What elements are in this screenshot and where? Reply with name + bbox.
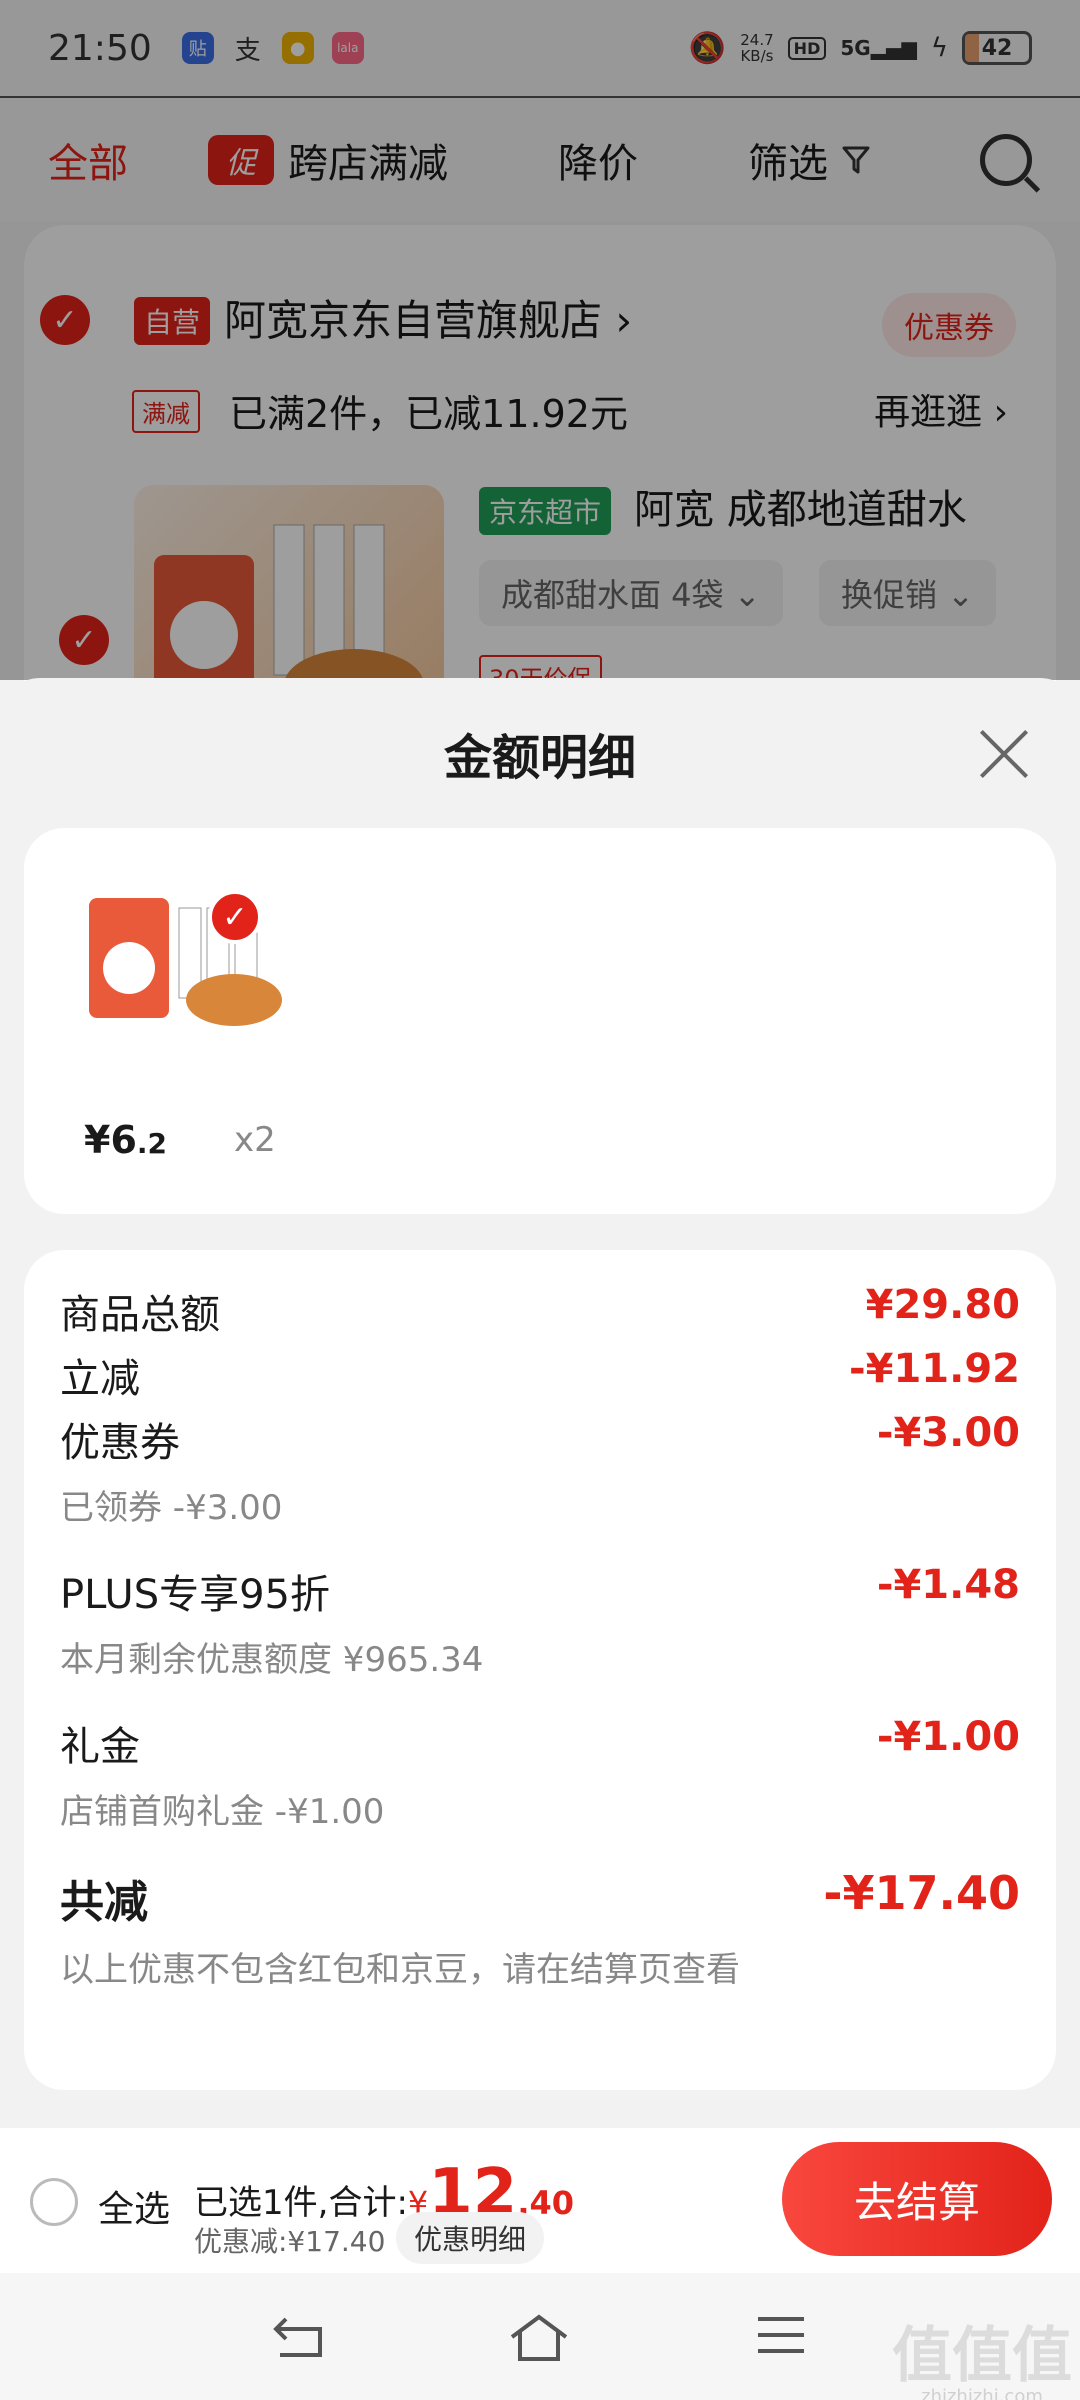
- breakdown-row-coupon: 优惠券 已领券 -¥3.00 -¥3.00: [60, 1410, 1020, 1529]
- row-value: -¥11.92: [849, 1346, 1020, 1392]
- item-unit-price: ¥6.2: [84, 1118, 168, 1162]
- price-breakdown-card: 商品总额 ¥29.80 立减 -¥11.92 优惠券 已领券 -¥3.00 -¥…: [24, 1250, 1056, 2090]
- row-value: -¥17.40: [823, 1866, 1020, 1920]
- amount-detail-sheet: 金额明细 ✓ ¥6.2 x2 商品总额 ¥29.80 立减 -¥11.92 优惠…: [0, 678, 1080, 2128]
- sheet-title: 金额明细: [443, 730, 636, 786]
- selected-count-text: 已选1件,合计:: [194, 2183, 408, 2223]
- site-watermark: 值值值 zhizhizhi.com: [892, 2321, 1072, 2400]
- checkout-bar: 全选 已选1件,合计:¥12.40 优惠减:¥17.40 优惠明细 去结算: [0, 2128, 1080, 2273]
- checkout-button[interactable]: 去结算: [782, 2142, 1052, 2256]
- breakdown-row-subtotal: 商品总额 ¥29.80: [60, 1282, 1020, 1340]
- breakdown-row-gift-cash: 礼金 店铺首购礼金 -¥1.00 -¥1.00: [60, 1714, 1020, 1833]
- discount-summary: 优惠减:¥17.40: [194, 2225, 386, 2258]
- back-icon[interactable]: [272, 2313, 328, 2361]
- select-all-label[interactable]: 全选: [98, 2180, 170, 2232]
- row-sub: 已领券 -¥3.00: [60, 1488, 283, 1528]
- row-sub: 本月剩余优惠额度 ¥965.34: [60, 1640, 484, 1680]
- breakdown-row-instant-discount: 立减 -¥11.92: [60, 1346, 1020, 1404]
- row-value: -¥3.00: [876, 1410, 1020, 1456]
- select-all-checkbox[interactable]: [30, 2178, 78, 2226]
- discount-detail-button[interactable]: 优惠明细: [396, 2212, 545, 2264]
- breakdown-row-total-discount: 共减 以上优惠不包含红包和京豆，请在结算页查看 -¥17.40: [60, 1866, 1020, 1991]
- row-sub: 以上优惠不包含红包和京豆，请在结算页查看: [60, 1950, 740, 1990]
- selected-item-card: ✓ ¥6.2 x2: [24, 828, 1056, 1214]
- row-value: -¥1.48: [876, 1562, 1020, 1608]
- item-checked-icon: ✓: [208, 890, 262, 944]
- breakdown-row-plus: PLUS专享95折 本月剩余优惠额度 ¥965.34 -¥1.48: [60, 1562, 1020, 1681]
- item-quantity: x2: [234, 1120, 276, 1160]
- row-value: -¥1.00: [876, 1714, 1020, 1760]
- row-sub: 店铺首购礼金 -¥1.00: [60, 1792, 385, 1832]
- menu-icon[interactable]: [756, 2313, 806, 2357]
- home-icon[interactable]: [508, 2313, 570, 2365]
- modal-backdrop[interactable]: [0, 0, 1080, 680]
- row-value: ¥29.80: [865, 1282, 1020, 1328]
- close-icon[interactable]: [978, 728, 1030, 780]
